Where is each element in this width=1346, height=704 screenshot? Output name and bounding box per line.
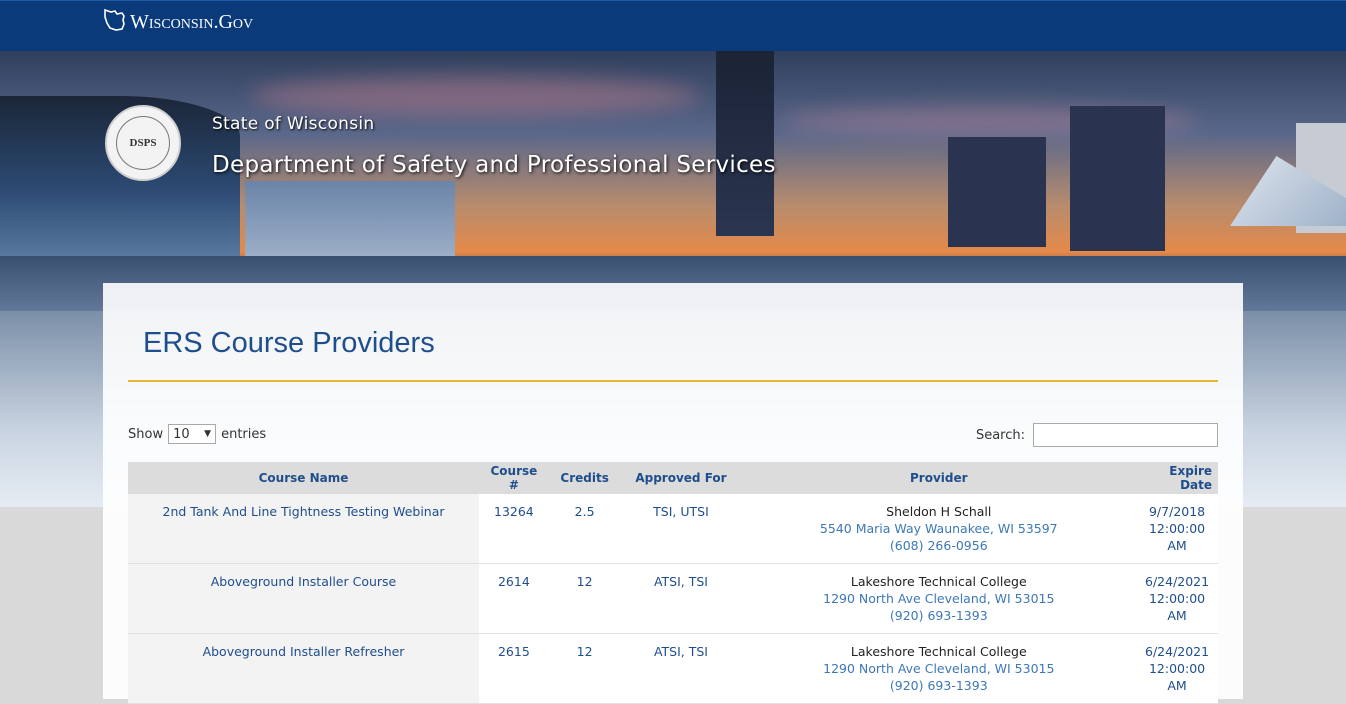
provider-address: 1290 North Ave Cleveland, WI 53015: [823, 661, 1055, 676]
provider-phone: (608) 266-0956: [889, 538, 988, 553]
page-title: ERS Course Providers: [143, 327, 435, 359]
seal-inner-ring: DSPS: [116, 116, 170, 170]
column-header-course-num[interactable]: Course #: [479, 462, 549, 494]
expire-date-cell: 6/24/2021 12:00:00 AM: [1136, 633, 1218, 704]
entries-select[interactable]: 10 ▼: [168, 424, 217, 444]
provider-phone: (920) 693-1393: [889, 678, 988, 693]
provider-cell: Lakeshore Technical College 1290 North A…: [741, 563, 1137, 634]
course-name-cell: Aboveground Installer Course: [128, 563, 480, 634]
expire-date-cell: 9/7/2018 12:00:00 AM: [1136, 494, 1218, 564]
content-panel: ERS Course Providers Show 10 ▼ entries S…: [103, 283, 1243, 704]
provider-cell: Sheldon H Schall 5540 Maria Way Waunakee…: [741, 494, 1137, 564]
provider-name: Sheldon H Schall: [886, 504, 992, 519]
wisconsin-gov-wordmark: Wisconsin.Gov: [130, 10, 254, 33]
provider-phone: (920) 693-1393: [889, 608, 988, 623]
entries-length-control: Show 10 ▼ entries: [128, 424, 266, 444]
hero-cloud: [250, 76, 700, 116]
course-providers-table: Course Name Course # Credits Approved Fo…: [128, 462, 1218, 704]
wisconsin-gov-logo[interactable]: Wisconsin.Gov: [102, 7, 253, 37]
search-input[interactable]: [1033, 423, 1218, 447]
entries-select-value: 10: [173, 426, 190, 442]
table-header-row: Course Name Course # Credits Approved Fo…: [128, 462, 1218, 494]
hero-building: [716, 51, 774, 236]
credits-cell: 12: [548, 563, 621, 634]
approved-for-cell: ATSI, TSI: [620, 563, 742, 634]
hero-building: [1070, 106, 1165, 251]
hero-state-name: State of Wisconsin: [212, 114, 375, 134]
expire-date-cell: 6/24/2021 12:00:00 AM: [1136, 563, 1218, 634]
seal-text: DSPS: [129, 137, 157, 149]
search-label: Search:: [975, 427, 1025, 443]
table-search-control: Search:: [976, 423, 1218, 447]
provider-name: Lakeshore Technical College: [850, 574, 1027, 589]
show-label: Show: [128, 426, 164, 442]
course-name-cell: 2nd Tank And Line Tightness Testing Webi…: [128, 494, 480, 564]
top-bar: Wisconsin.Gov: [0, 0, 1346, 51]
wisconsin-state-outline-icon: [102, 7, 128, 37]
column-header-course-name[interactable]: Course Name: [128, 462, 480, 494]
entries-label: entries: [221, 426, 267, 442]
course-num-cell: 13264: [479, 494, 549, 564]
provider-address: 1290 North Ave Cleveland, WI 53015: [823, 591, 1055, 606]
credits-cell: 12: [548, 633, 621, 704]
dsps-seal-logo[interactable]: DSPS: [105, 105, 181, 181]
provider-name: Lakeshore Technical College: [850, 644, 1027, 659]
approved-for-cell: TSI, UTSI: [620, 494, 742, 564]
course-name-cell: Aboveground Installer Refresher: [128, 633, 480, 704]
course-num-cell: 2614: [479, 563, 549, 634]
hero-building: [245, 181, 455, 261]
hero-department-name: Department of Safety and Professional Se…: [212, 152, 776, 178]
table-row: Aboveground Installer Refresher 2615 12 …: [128, 633, 1218, 704]
column-header-expire-date[interactable]: Expire Date: [1136, 462, 1218, 494]
credits-cell: 2.5: [548, 494, 621, 564]
approved-for-cell: ATSI, TSI: [620, 633, 742, 704]
provider-address: 5540 Maria Way Waunakee, WI 53597: [819, 521, 1058, 536]
provider-cell: Lakeshore Technical College 1290 North A…: [741, 633, 1137, 704]
column-header-provider[interactable]: Provider: [741, 462, 1137, 494]
course-num-cell: 2615: [479, 633, 549, 704]
title-divider: [128, 380, 1218, 382]
column-header-approved-for[interactable]: Approved For: [620, 462, 742, 494]
hero-building: [948, 137, 1046, 247]
table-row: 2nd Tank And Line Tightness Testing Webi…: [128, 494, 1218, 564]
column-header-credits[interactable]: Credits: [548, 462, 621, 494]
table-row: Aboveground Installer Course 2614 12 ATS…: [128, 563, 1218, 634]
chevron-down-icon: ▼: [204, 429, 212, 439]
